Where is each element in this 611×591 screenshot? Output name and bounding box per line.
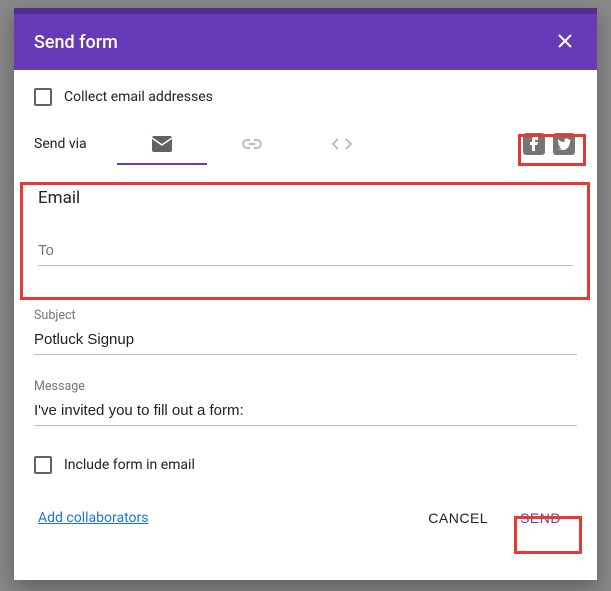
collect-emails-label: Collect email addresses [64,89,213,105]
dialog-footer: Add collaborators Cancel Send [34,502,577,534]
add-collaborators-link[interactable]: Add collaborators [38,510,148,526]
facebook-share-button[interactable] [523,133,545,155]
tab-email[interactable] [117,124,207,164]
dialog-body: Collect email addresses Send via [14,70,597,580]
tab-embed[interactable] [297,124,387,164]
collect-emails-row: Collect email addresses [34,88,577,106]
facebook-icon [529,137,539,151]
collect-emails-checkbox[interactable] [34,88,52,106]
close-button[interactable] [553,25,577,59]
email-heading: Email [38,188,573,208]
to-input[interactable] [38,238,573,266]
close-icon [557,33,573,49]
cancel-button[interactable]: Cancel [416,502,500,534]
subject-input[interactable] [34,327,577,355]
email-icon [152,136,172,152]
message-label: Message [34,379,577,394]
include-form-label: Include form in email [64,457,195,473]
email-section: Email [34,178,577,308]
send-button[interactable]: Send [508,502,573,534]
message-input[interactable] [34,398,577,426]
link-icon [241,138,263,150]
dialog-header: Send form [14,8,597,70]
twitter-share-button[interactable] [553,133,575,155]
to-field [38,238,573,266]
twitter-icon [557,138,571,150]
message-field: Message [34,379,577,426]
subject-field: Subject [34,308,577,355]
social-share [521,131,577,157]
dialog-title: Send form [34,32,118,53]
tab-link[interactable] [207,124,297,164]
send-via-label: Send via [34,136,87,152]
send-via-row: Send via [34,124,577,164]
include-form-row: Include form in email [34,456,577,474]
subject-label: Subject [34,308,577,323]
send-form-dialog: Send form Collect email addresses Send v… [14,8,597,580]
embed-icon [332,137,352,151]
include-form-checkbox[interactable] [34,456,52,474]
